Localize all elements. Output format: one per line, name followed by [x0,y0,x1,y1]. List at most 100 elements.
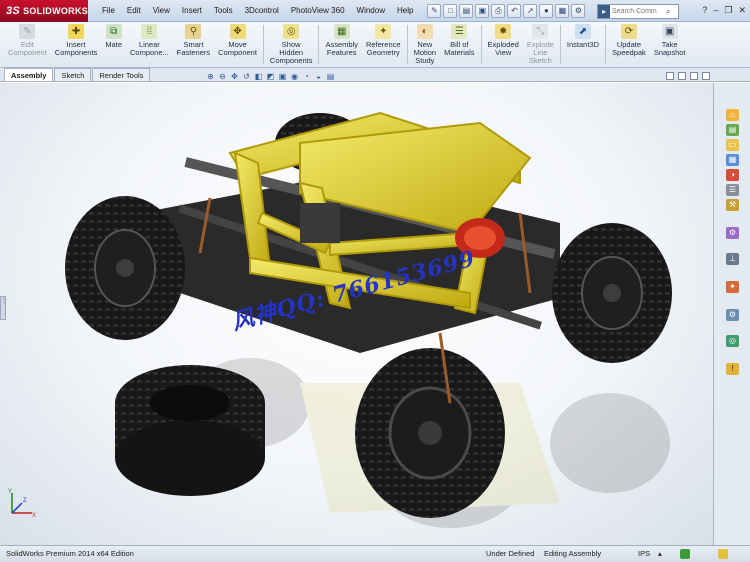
appearances-icon[interactable]: ◑ [726,169,739,181]
new-motion-study-button[interactable]: ◐ New Motion Study [410,22,441,67]
move-component-button[interactable]: ✥ Move Component [214,22,261,67]
edit-component-icon: ✎ [19,24,36,39]
apply-scene-icon[interactable]: ◒ [314,72,323,81]
separator [318,25,320,64]
rebuild-icon[interactable]: ● [539,3,554,18]
search-input[interactable] [610,8,666,15]
linear-pattern-label: Linear Compone... [130,40,169,57]
explode-line-icon: ⤡ [532,24,549,39]
edit-component-button[interactable]: ✎ Edit Component [4,22,51,67]
loose-tire [115,365,265,496]
menu-file[interactable]: File [96,0,121,22]
reference-geometry-button[interactable]: ✦ Reference Geometry [362,22,405,67]
pan-icon[interactable]: ✥ [230,72,239,81]
snapshot-icon: ▣ [661,24,678,39]
close-icon[interactable]: ✕ [738,5,746,16]
menu-view[interactable]: View [147,0,176,22]
view-palette-icon[interactable]: ▦ [726,154,739,166]
exploded-view-button[interactable]: ✸ Exploded View [484,22,523,67]
motion-study-label: New Motion Study [413,40,437,65]
menu-edit[interactable]: Edit [121,0,147,22]
graphics-area[interactable]: 风神QQ: 766153699 Y X Z [0,83,713,545]
custom-properties-icon[interactable]: ☰ [726,184,739,196]
units-dropdown-icon[interactable]: ▴ [658,546,662,562]
options-icon[interactable]: ⚙ [571,3,586,18]
select-icon[interactable]: ➚ [523,3,538,18]
reference-triad[interactable]: Y X Z [6,487,38,519]
feature-tree-splitter[interactable]: ⋮ [0,296,7,320]
menu-help[interactable]: Help [391,0,419,22]
zoom-to-area-icon[interactable]: ⊖ [218,72,227,81]
save-icon[interactable]: ▣ [475,3,490,18]
display-style-icon[interactable]: ▣ [278,72,287,81]
search-scope-icon[interactable]: ▸ [598,5,610,18]
units-selector[interactable]: IPS [638,546,650,562]
explode-line-sketch-button[interactable]: ⤡ Explode Line Sketch [523,22,558,67]
view-orientation-icon[interactable]: ◩ [266,72,275,81]
toolbox-icon[interactable]: ⚒ [726,199,739,211]
edit-appearance-icon[interactable]: ◔ [302,72,311,81]
menu-insert[interactable]: Insert [176,0,208,22]
reference-geometry-icon: ✦ [375,24,392,39]
open-icon[interactable]: ▤ [459,3,474,18]
menu-tools[interactable]: Tools [208,0,239,22]
menu-window[interactable]: Window [351,0,391,22]
rebuild-status-icon[interactable] [680,549,690,559]
search-commands[interactable]: ▸ ⌕ [597,4,679,19]
tab-render-tools[interactable]: Render Tools [92,68,151,81]
take-snapshot-button[interactable]: ▣ Take Snapshot [650,22,690,67]
zoom-to-fit-icon[interactable]: ⊕ [206,72,215,81]
search-icon[interactable]: ⌕ [666,7,670,17]
view-settings-icon[interactable]: ▤ [326,72,335,81]
mate-button[interactable]: ⧉ Mate [101,22,126,67]
smart-mate-icon[interactable]: ✦ [726,281,739,293]
minimize-icon[interactable]: – [713,5,718,16]
assembly-features-label: Assembly Features [325,40,358,57]
gear-icon[interactable]: ⚙ [726,309,739,321]
svg-text:Y: Y [8,489,12,495]
tile-view-icon[interactable] [678,72,686,80]
new-document-icon[interactable]: □ [443,3,458,18]
file-explorer-icon[interactable]: ▭ [726,139,739,151]
tab-assembly[interactable]: Assembly [4,68,54,81]
print-icon[interactable]: ⎙ [491,3,506,18]
show-hidden-label: Show Hidden Components [269,40,313,65]
assembly-features-button[interactable]: ▦ Assembly Features [321,22,362,67]
tire-front-right [355,348,505,518]
split-view-icon[interactable] [666,72,674,80]
insert-components-button[interactable]: ✚ Insert Components [51,22,102,67]
bill-of-materials-button[interactable]: ☰ Bill of Materials [440,22,478,67]
viewport-restore-icon[interactable] [690,72,698,80]
insert-components-icon: ✚ [68,24,85,39]
solidworks-logo[interactable]: 3S SOLIDWORKS [0,0,88,22]
undo-icon[interactable]: ↶ [507,3,522,18]
linear-pattern-button[interactable]: ⁞⁞ Linear Compone... [126,22,173,67]
solidworks-resources-icon[interactable]: ⌂ [726,109,739,121]
mate-reference-icon[interactable]: ⚙ [726,227,739,239]
smart-fasteners-button[interactable]: ⚲ Smart Fasteners [173,22,214,67]
insert-components-label: Insert Components [54,40,98,57]
section-view-icon[interactable]: ◧ [254,72,263,81]
tab-sketch[interactable]: Sketch [54,68,92,81]
menu-3dcontrol[interactable]: 3Dcontrol [239,0,285,22]
instant3d-button[interactable]: ⬈ Instant3D [563,22,603,67]
bom-icon: ☰ [451,24,468,39]
brand-name: SOLIDWORKS [23,5,89,16]
window-controls: ? – ❐ ✕ [702,5,746,16]
menu-photoview[interactable]: PhotoView 360 [285,0,351,22]
update-speedpak-button[interactable]: ⟳ Update Speedpak [608,22,650,67]
design-library-icon[interactable]: ▤ [726,124,739,136]
show-hidden-components-button[interactable]: ◎ Show Hidden Components [266,22,317,67]
tags-icon[interactable] [718,549,728,559]
hide-show-icon[interactable]: ◉ [290,72,299,81]
constraint-icon[interactable]: ⊥ [726,253,739,265]
previous-view-icon[interactable]: ↺ [242,72,251,81]
restore-icon[interactable]: ❐ [724,5,732,16]
file-properties-icon[interactable]: ▦ [555,3,570,18]
viewport-close-icon[interactable] [702,72,710,80]
sensor-icon[interactable]: ◎ [726,335,739,347]
smart-fasteners-icon: ⚲ [185,24,202,39]
warning-icon[interactable]: ! [726,363,739,375]
pin-icon[interactable]: ✎ [427,3,442,18]
help-icon[interactable]: ? [702,5,707,16]
